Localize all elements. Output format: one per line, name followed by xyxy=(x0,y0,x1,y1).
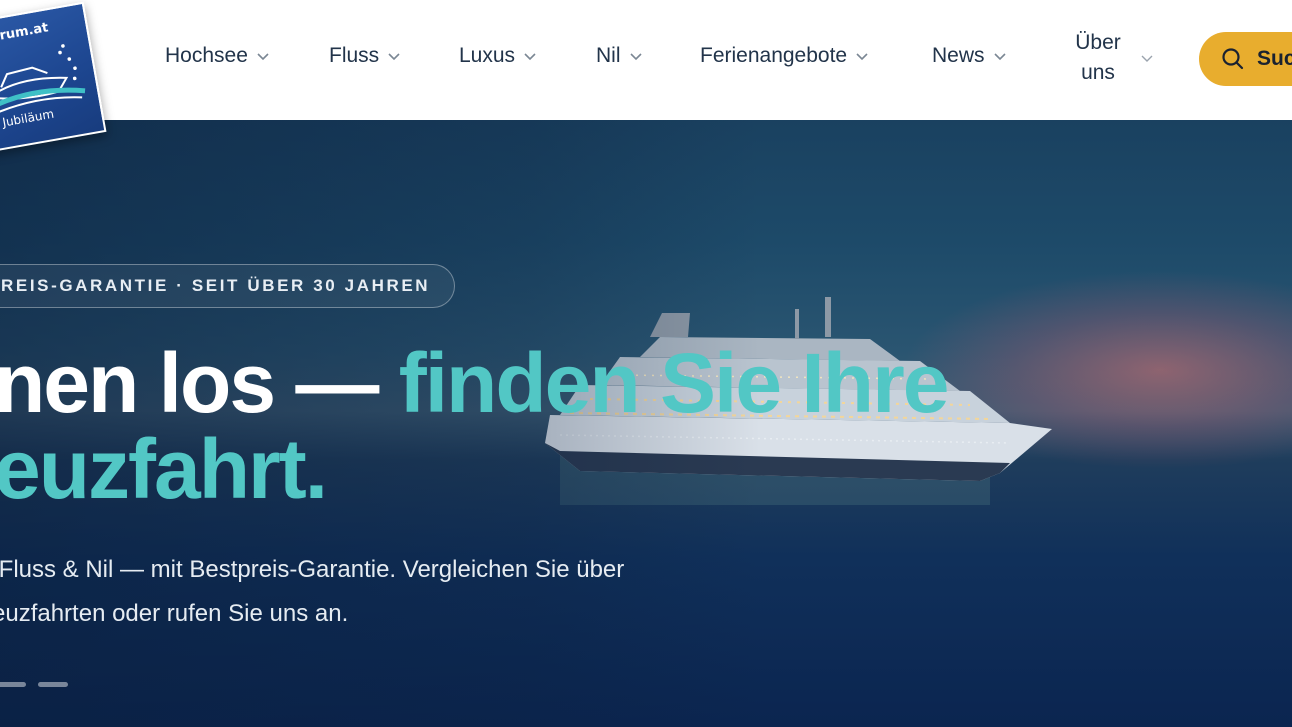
nav-item-label: Ferienangebote xyxy=(700,44,848,67)
headline-accent-text-1: finden Sie Ihre xyxy=(398,336,950,430)
chevron-down-icon xyxy=(993,53,1006,61)
chevron-down-icon xyxy=(524,53,536,61)
chevron-down-icon xyxy=(1141,55,1153,62)
carousel-dot[interactable] xyxy=(0,682,26,687)
search-icon xyxy=(1222,48,1244,70)
guarantee-badge-text: REIS-GARANTIE · SEIT ÜBER 30 JAHREN xyxy=(1,276,431,295)
guarantee-badge: REIS-GARANTIE · SEIT ÜBER 30 JAHREN xyxy=(0,264,456,308)
nav-item-label-line1: Über xyxy=(1075,31,1121,54)
search-button[interactable]: Suc xyxy=(1199,32,1292,86)
nav-item-fluss[interactable]: Fluss xyxy=(329,44,401,68)
nav-item-news[interactable]: News xyxy=(932,44,1007,68)
nav-item-label: Über uns xyxy=(1072,28,1124,88)
nav-item-label: Luxus xyxy=(459,44,516,67)
hero-subtext: Fluss & Nil — mit Bestpreis-Garantie. Ve… xyxy=(0,548,624,636)
nav-item-label-line2: uns xyxy=(1081,61,1115,84)
headline-white-text: nen los — xyxy=(0,336,399,430)
nav-item-ueber-uns[interactable]: Über uns xyxy=(1072,28,1154,88)
nav-item-label: News xyxy=(932,44,985,67)
chevron-down-icon xyxy=(629,53,642,61)
nav-item-luxus[interactable]: Luxus xyxy=(459,44,537,68)
hero-headline: nen los — finden Sie Ihre euzfahrt. xyxy=(0,340,949,516)
site-header: ntrum.at e Jubiläum Hochsee Fluss Luxus xyxy=(0,0,1292,155)
headline-accent-text-2: euzfahrt. xyxy=(0,422,328,516)
nav-item-nil[interactable]: Nil xyxy=(596,44,643,68)
carousel-dot[interactable] xyxy=(38,682,68,687)
hero-section: REIS-GARANTIE · SEIT ÜBER 30 JAHREN nen … xyxy=(0,120,1292,727)
chevron-down-icon xyxy=(856,53,868,61)
chevron-down-icon xyxy=(388,53,400,61)
chevron-down-icon xyxy=(257,53,269,61)
nav-item-ferienangebote[interactable]: Ferienangebote xyxy=(700,44,869,68)
nav-item-hochsee[interactable]: Hochsee xyxy=(165,44,270,68)
nav-item-label: Hochsee xyxy=(165,44,248,67)
main-navigation: Hochsee Fluss Luxus Nil Ferienangebote N… xyxy=(0,0,1292,120)
nav-item-label: Fluss xyxy=(329,44,380,67)
hero-subtext-line-1: Fluss & Nil — mit Bestpreis-Garantie. Ve… xyxy=(0,556,625,583)
search-button-label: Suc xyxy=(1257,47,1292,70)
hero-subtext-line-2: euzfahrten oder rufen Sie uns an. xyxy=(0,600,349,627)
nav-item-label: Nil xyxy=(596,44,621,67)
headline-line-1: nen los — finden Sie Ihre xyxy=(0,340,949,426)
carousel-indicators xyxy=(0,682,68,687)
